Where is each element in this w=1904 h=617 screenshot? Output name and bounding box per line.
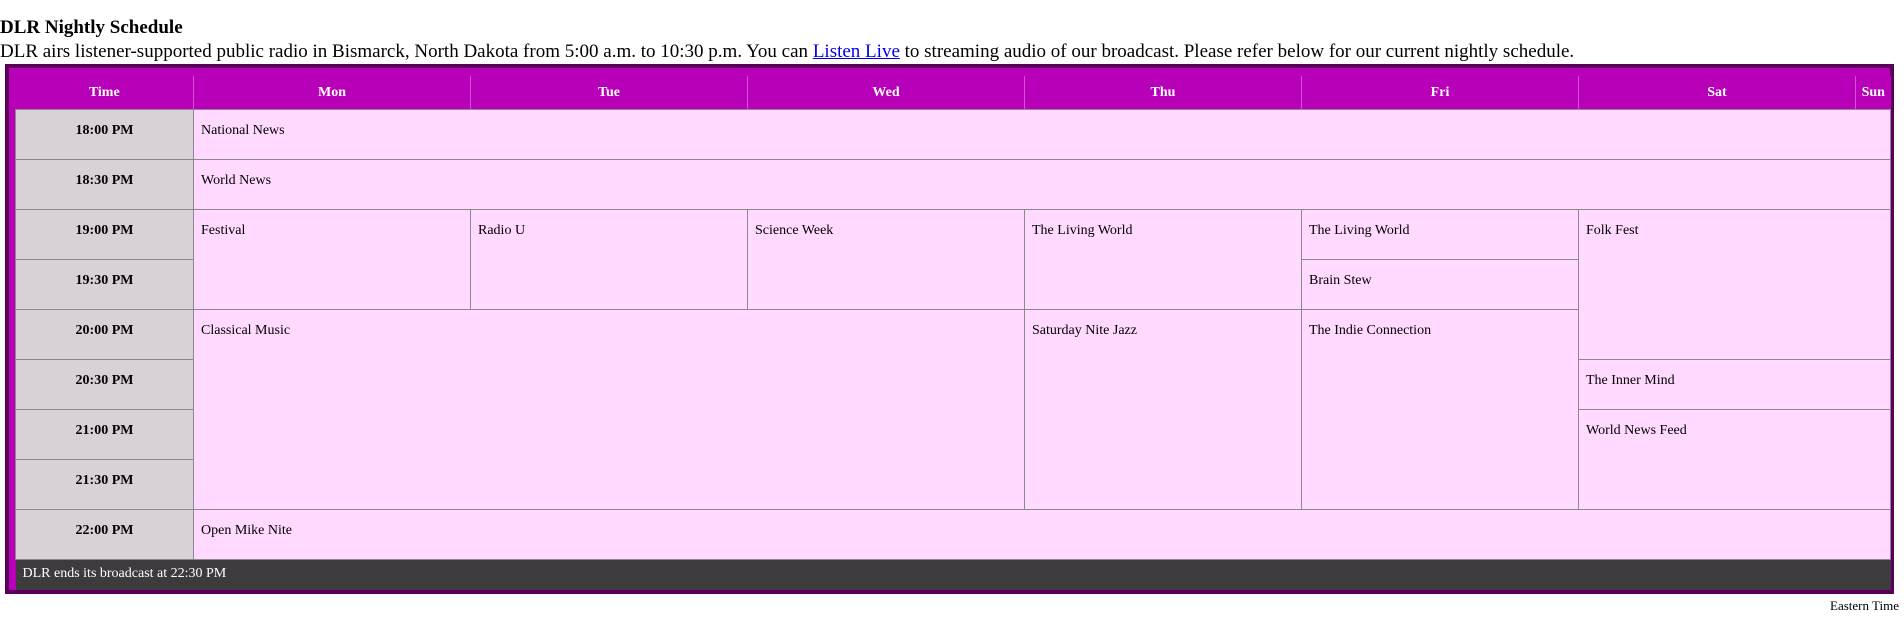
time-cell: 20:00 PM xyxy=(15,309,194,360)
program-cell: The Inner Mind xyxy=(1578,359,1891,410)
time-cell: 19:30 PM xyxy=(15,259,194,310)
timezone-label: Eastern Time xyxy=(1830,598,1899,613)
program-cell: Open Mike Nite xyxy=(193,509,1891,560)
schedule-frame: Time Mon Tue Wed Thu Fri Sat Sun 18:00 P… xyxy=(5,64,1894,594)
time-cell: 21:00 PM xyxy=(15,409,194,460)
column-header-thu: Thu xyxy=(1024,76,1302,110)
program-cell: Science Week xyxy=(747,209,1025,310)
column-header-time: Time xyxy=(15,76,194,110)
broadcast-end-note: DLR ends its broadcast at 22:30 PM xyxy=(15,559,1891,590)
program-cell: Folk Fest xyxy=(1578,209,1891,360)
column-header-tue: Tue xyxy=(470,76,748,110)
column-header-sat: Sat xyxy=(1578,76,1856,110)
schedule-table: Time Mon Tue Wed Thu Fri Sat Sun 18:00 P… xyxy=(15,76,1891,590)
program-cell: National News xyxy=(193,109,1891,160)
listen-live-link[interactable]: Listen Live xyxy=(813,41,900,62)
column-header-mon: Mon xyxy=(193,76,471,110)
intro-text: DLR airs listener-supported public radio… xyxy=(0,41,1574,63)
footer-row: DLR ends its broadcast at 22:30 PM xyxy=(15,559,1891,590)
program-cell: World News Feed xyxy=(1578,409,1891,510)
program-cell: The Living World xyxy=(1301,209,1579,260)
header-row: Time Mon Tue Wed Thu Fri Sat Sun xyxy=(15,76,1891,110)
program-cell: The Indie Connection xyxy=(1301,309,1579,510)
column-header-wed: Wed xyxy=(747,76,1025,110)
program-cell: Saturday Nite Jazz xyxy=(1024,309,1302,510)
page-title: DLR Nightly Schedule xyxy=(0,17,183,38)
time-cell: 18:00 PM xyxy=(15,109,194,160)
table-row: 18:30 PM World News xyxy=(15,159,1891,210)
time-cell: 20:30 PM xyxy=(15,359,194,410)
table-row: 22:00 PM Open Mike Nite xyxy=(15,509,1891,560)
time-cell: 21:30 PM xyxy=(15,459,194,510)
program-cell: The Living World xyxy=(1024,209,1302,310)
program-cell: Festival xyxy=(193,209,471,310)
column-header-sun: Sun xyxy=(1855,76,1891,110)
table-row: 18:00 PM National News xyxy=(15,109,1891,160)
program-cell: Classical Music xyxy=(193,309,1025,510)
program-cell: World News xyxy=(193,159,1891,210)
table-row: 19:00 PM Festival Radio U Science Week T… xyxy=(15,209,1891,360)
program-cell: Radio U xyxy=(470,209,748,310)
intro-text-start: DLR airs listener-supported public radio… xyxy=(0,41,813,62)
time-cell: 18:30 PM xyxy=(15,159,194,210)
program-cell: Brain Stew xyxy=(1301,259,1579,310)
intro-text-end: to streaming audio of our broadcast. Ple… xyxy=(899,41,1575,62)
time-cell: 19:00 PM xyxy=(15,209,194,260)
column-header-fri: Fri xyxy=(1301,76,1579,110)
time-cell: 22:00 PM xyxy=(15,509,194,560)
